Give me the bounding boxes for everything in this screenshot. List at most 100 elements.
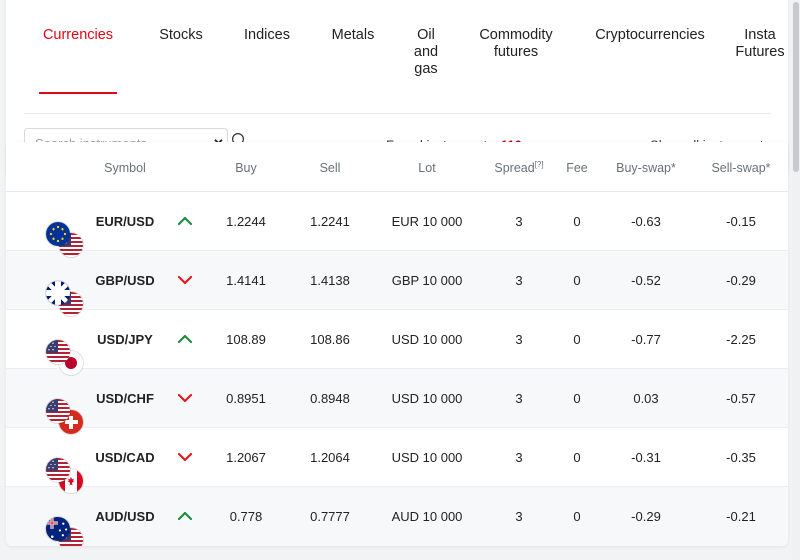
row-sell-swap: -0.35 bbox=[694, 427, 788, 488]
row-sell-price: 1.2064 bbox=[288, 427, 372, 488]
table-row[interactable]: EUR/USD 1.2244 1.2241 EUR 10 000 3 0 -0.63 -0.1… bbox=[6, 191, 788, 259]
row-trend-chevron-up-icon bbox=[166, 191, 204, 252]
currency-flag-icon bbox=[45, 221, 71, 248]
row-trend-chevron-down-icon bbox=[166, 250, 204, 311]
row-fee: 0 bbox=[556, 191, 598, 252]
currency-flag-icon bbox=[45, 457, 71, 484]
row-buy-price: 0.8951 bbox=[204, 368, 288, 429]
row-sell-swap: -0.57 bbox=[694, 368, 788, 429]
table-row[interactable]: AUD/USD 0.778 0.7777 AUD 10 000 3 0 -0.29 -0.21 bbox=[6, 486, 788, 546]
row-trend-chevron-up-icon bbox=[166, 486, 204, 546]
row-buy-swap: -0.31 bbox=[598, 427, 694, 488]
row-buy-swap: 0.03 bbox=[598, 368, 694, 429]
tab-metals-label: Metals bbox=[331, 27, 375, 43]
row-fee: 0 bbox=[556, 486, 598, 546]
flag-eu bbox=[46, 222, 70, 247]
tab-stocks[interactable]: Stocks bbox=[138, 4, 224, 61]
row-fee: 0 bbox=[556, 427, 598, 488]
row-symbol: AUD/USD bbox=[84, 486, 166, 546]
row-spread: 3 bbox=[482, 427, 556, 488]
tab-commodity-futures[interactable]: Commodity futures bbox=[456, 4, 576, 78]
table-header: Symbol Buy Sell Lot Spread[?] Fee Buy-sw… bbox=[6, 142, 788, 193]
table-row[interactable]: USD/JPY 108.89 108.86 USD 10 000 3 0 -0.77 -2.2… bbox=[6, 309, 788, 377]
row-lot: USD 10 000 bbox=[372, 309, 482, 370]
flag-us bbox=[46, 458, 70, 483]
column-header-lot: Lot bbox=[372, 142, 482, 193]
tab-currencies-label: Currencies bbox=[42, 27, 114, 43]
row-spread: 3 bbox=[482, 250, 556, 311]
tab-indices-label: Indices bbox=[244, 27, 290, 43]
column-header-spread-text: Spread bbox=[494, 161, 535, 176]
instruments-table: Symbol Buy Sell Lot Spread[?] Fee Buy-sw… bbox=[6, 142, 788, 546]
currency-flag-icon bbox=[45, 280, 71, 307]
tab-stocks-label: Stocks bbox=[159, 27, 203, 43]
row-buy-swap: -0.29 bbox=[598, 486, 694, 546]
row-flags-cell bbox=[6, 427, 84, 495]
row-buy-swap: -0.77 bbox=[598, 309, 694, 370]
table-row[interactable]: USD/CAD 1.2067 1.2064 USD 10 000 3 0 -0.31 -0.3… bbox=[6, 427, 788, 495]
column-header-spread: Spread[?] bbox=[482, 142, 556, 193]
row-fee: 0 bbox=[556, 250, 598, 311]
row-sell-price: 1.4138 bbox=[288, 250, 372, 311]
column-header-buy: Buy bbox=[204, 142, 288, 193]
row-trend-chevron-down-icon bbox=[166, 427, 204, 488]
row-symbol: USD/CHF bbox=[84, 368, 166, 429]
row-symbol: USD/CAD bbox=[84, 427, 166, 488]
page-scrollbar-thumb[interactable] bbox=[793, 2, 799, 172]
flag-au bbox=[46, 517, 70, 542]
row-flags-cell bbox=[6, 250, 84, 318]
currency-flag-icon bbox=[45, 339, 71, 366]
flag-gb bbox=[46, 281, 70, 306]
row-flags-cell bbox=[6, 486, 84, 546]
column-header-buy-swap: Buy-swap* bbox=[598, 142, 694, 193]
row-symbol: USD/JPY bbox=[84, 309, 166, 370]
flag-us bbox=[46, 399, 70, 424]
row-sell-swap: -2.25 bbox=[694, 309, 788, 370]
column-header-sell-swap: Sell-swap* bbox=[694, 142, 788, 193]
row-symbol: GBP/USD bbox=[84, 250, 166, 311]
row-buy-price: 108.89 bbox=[204, 309, 288, 370]
row-buy-swap: -0.63 bbox=[598, 191, 694, 252]
row-sell-swap: -0.15 bbox=[694, 191, 788, 252]
flag-us bbox=[46, 340, 70, 365]
row-lot: USD 10 000 bbox=[372, 368, 482, 429]
row-spread: 3 bbox=[482, 191, 556, 252]
row-sell-swap: -0.21 bbox=[694, 486, 788, 546]
row-spread: 3 bbox=[482, 368, 556, 429]
row-sell-price: 108.86 bbox=[288, 309, 372, 370]
row-buy-price: 1.4141 bbox=[204, 250, 288, 311]
tab-insta-futures-label: Insta Futures bbox=[735, 27, 785, 60]
tab-currencies[interactable]: Currencies bbox=[24, 4, 132, 94]
row-sell-price: 0.8948 bbox=[288, 368, 372, 429]
row-lot: AUD 10 000 bbox=[372, 486, 482, 546]
row-fee: 0 bbox=[556, 368, 598, 429]
currency-flag-icon bbox=[45, 398, 71, 425]
row-spread: 3 bbox=[482, 309, 556, 370]
page-scrollbar[interactable] bbox=[792, 0, 800, 560]
table-row[interactable]: GBP/USD 1.4141 1.4138 GBP 10 000 3 0 -0.52 -0.2… bbox=[6, 250, 788, 318]
tab-metals[interactable]: Metals bbox=[310, 4, 396, 61]
tab-active-underline bbox=[39, 92, 117, 94]
currency-flag-icon bbox=[45, 516, 71, 543]
row-buy-price: 0.778 bbox=[204, 486, 288, 546]
row-flags-cell bbox=[6, 191, 84, 259]
tab-cryptocurrencies[interactable]: Cryptocurrencies bbox=[576, 4, 724, 61]
row-trend-chevron-down-icon bbox=[166, 368, 204, 429]
row-spread: 3 bbox=[482, 486, 556, 546]
table-header-row: Symbol Buy Sell Lot Spread[?] Fee Buy-sw… bbox=[6, 142, 788, 193]
row-lot: USD 10 000 bbox=[372, 427, 482, 488]
column-header-sell: Sell bbox=[288, 142, 372, 193]
tab-indices[interactable]: Indices bbox=[224, 4, 310, 61]
tab-insta-futures[interactable]: Insta Futures bbox=[724, 4, 796, 78]
row-buy-swap: -0.52 bbox=[598, 250, 694, 311]
table-row[interactable]: USD/CHF 0.8951 0.8948 USD 10 000 3 0 0.03 -0.57 bbox=[6, 368, 788, 436]
row-buy-price: 1.2067 bbox=[204, 427, 288, 488]
row-sell-swap: -0.29 bbox=[694, 250, 788, 311]
row-flags-cell bbox=[6, 368, 84, 436]
spread-footnote-marker: [?] bbox=[534, 160, 544, 169]
instrument-category-tabs: Currencies Stocks Indices Metals Oil and… bbox=[6, 0, 788, 95]
column-header-symbol: Symbol bbox=[84, 142, 166, 193]
row-lot: GBP 10 000 bbox=[372, 250, 482, 311]
instruments-page: Currencies Stocks Indices Metals Oil and… bbox=[0, 0, 800, 560]
tab-oil-and-gas[interactable]: Oil and gas bbox=[396, 4, 456, 95]
